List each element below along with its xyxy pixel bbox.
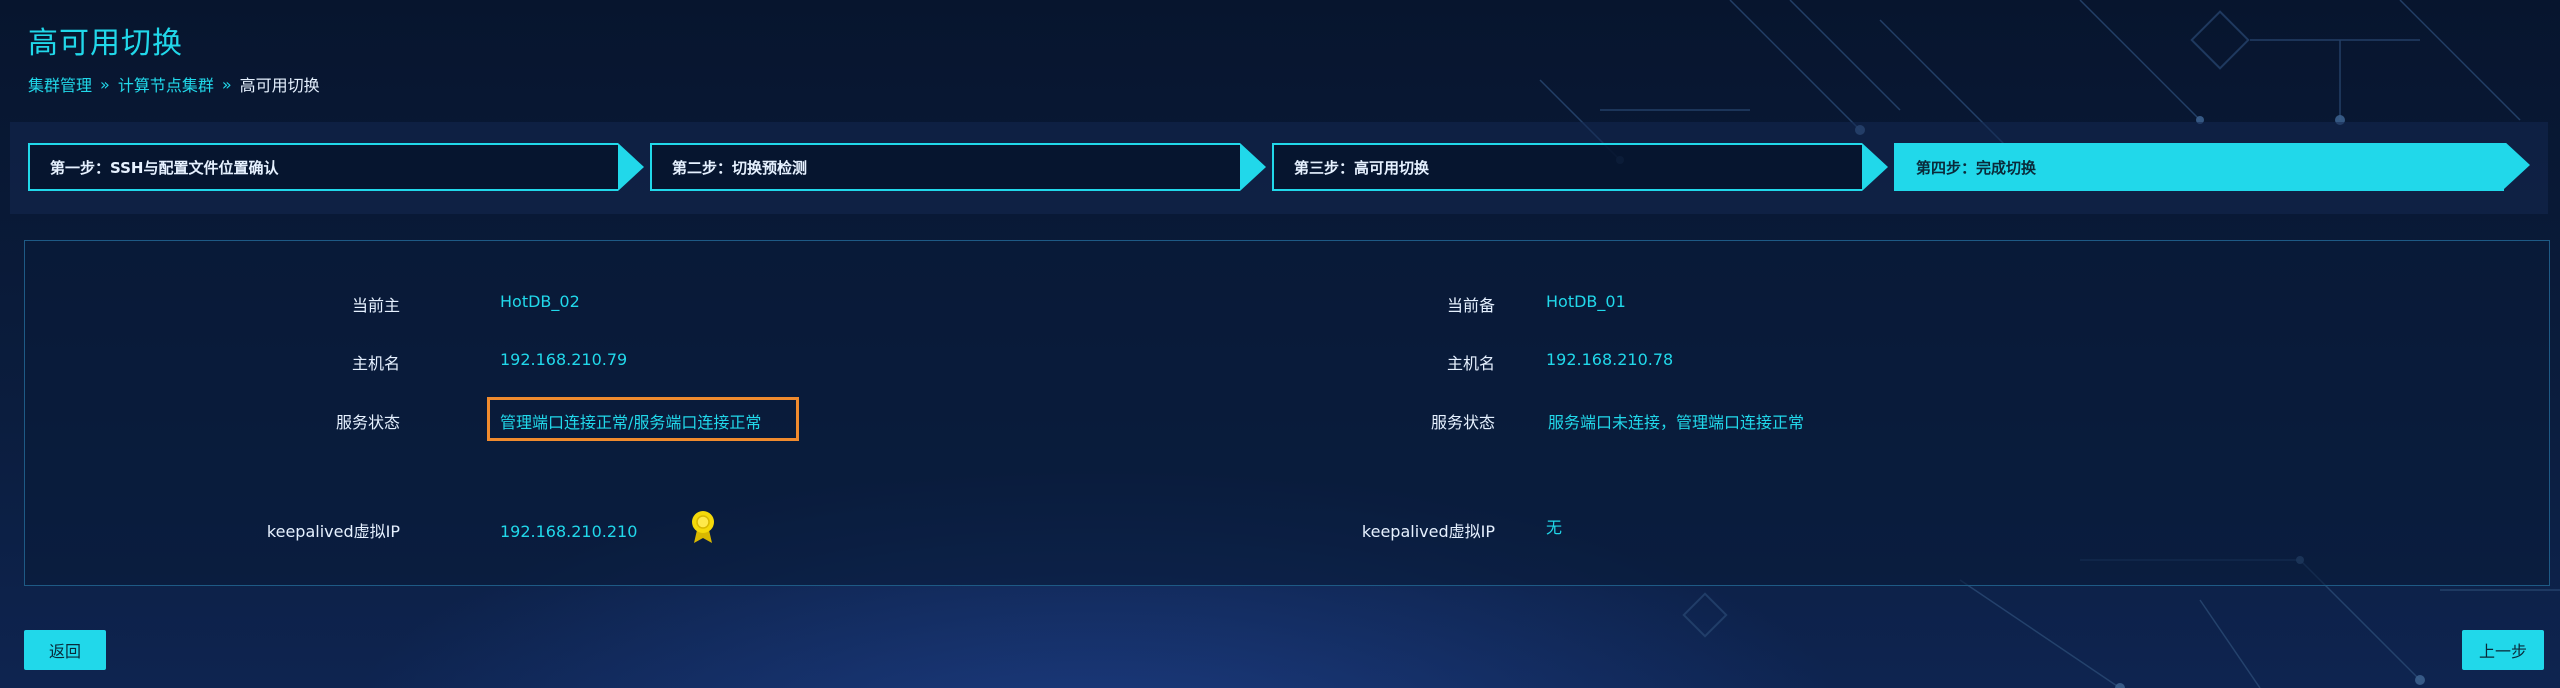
switch-info-panel xyxy=(24,240,2550,586)
breadcrumb-separator: » xyxy=(221,74,232,94)
breadcrumb: 集群管理 » 计算节点集群 » 高可用切换 xyxy=(28,72,320,96)
step-2-label: 第二步：切换预检测 xyxy=(672,158,808,177)
step-1: 第一步：SSH与配置文件位置确认 xyxy=(28,143,644,191)
page-title: 高可用切换 xyxy=(28,26,183,61)
step-arrow-icon xyxy=(1862,143,1888,191)
back-button[interactable]: 返回 xyxy=(24,630,106,670)
step-arrow-icon xyxy=(618,143,644,191)
master-vip-label: keepalived虚拟IP xyxy=(266,522,400,541)
step-3-label: 第三步：高可用切换 xyxy=(1294,158,1430,177)
master-status-label: 服务状态 xyxy=(335,413,400,432)
step-1-label: 第一步：SSH与配置文件位置确认 xyxy=(50,158,279,177)
master-role-label: 当前主 xyxy=(351,296,400,315)
breadcrumb-item-cluster-management[interactable]: 集群管理 xyxy=(28,72,92,96)
master-vip-value: 192.168.210.210 xyxy=(500,522,638,541)
backup-vip-label: keepalived虚拟IP xyxy=(1361,522,1495,541)
step-2: 第二步：切换预检测 xyxy=(650,143,1266,191)
backup-role-value: HotDB_01 xyxy=(1546,292,1626,311)
previous-step-button[interactable]: 上一步 xyxy=(2462,630,2544,670)
breadcrumb-item-compute-node-cluster[interactable]: 计算节点集群 xyxy=(118,72,214,96)
backup-host-label: 主机名 xyxy=(1446,354,1495,373)
backup-status-value: 服务端口未连接，管理端口连接正常 xyxy=(1548,413,1805,432)
step-4-label: 第四步：完成切换 xyxy=(1916,158,2037,177)
breadcrumb-item-current: 高可用切换 xyxy=(239,76,320,95)
master-role-value: HotDB_02 xyxy=(500,292,580,311)
step-arrow-icon xyxy=(1240,143,1266,191)
breadcrumb-separator: » xyxy=(100,74,110,94)
backup-vip-value: 无 xyxy=(1546,518,1563,537)
backup-host-value: 192.168.210.78 xyxy=(1546,350,1674,369)
backup-status-label: 服务状态 xyxy=(1430,413,1495,432)
step-arrow-icon xyxy=(2504,143,2530,189)
step-3: 第三步：高可用切换 xyxy=(1272,143,1888,191)
master-host-value: 192.168.210.79 xyxy=(500,350,628,369)
backup-role-label: 当前备 xyxy=(1446,296,1495,315)
master-status-value: 管理端口连接正常/服务端口连接正常 xyxy=(500,413,762,432)
master-host-label: 主机名 xyxy=(351,354,400,373)
step-4-active: 第四步：完成切换 xyxy=(1894,143,2530,191)
vip-badge-icon xyxy=(692,511,714,543)
